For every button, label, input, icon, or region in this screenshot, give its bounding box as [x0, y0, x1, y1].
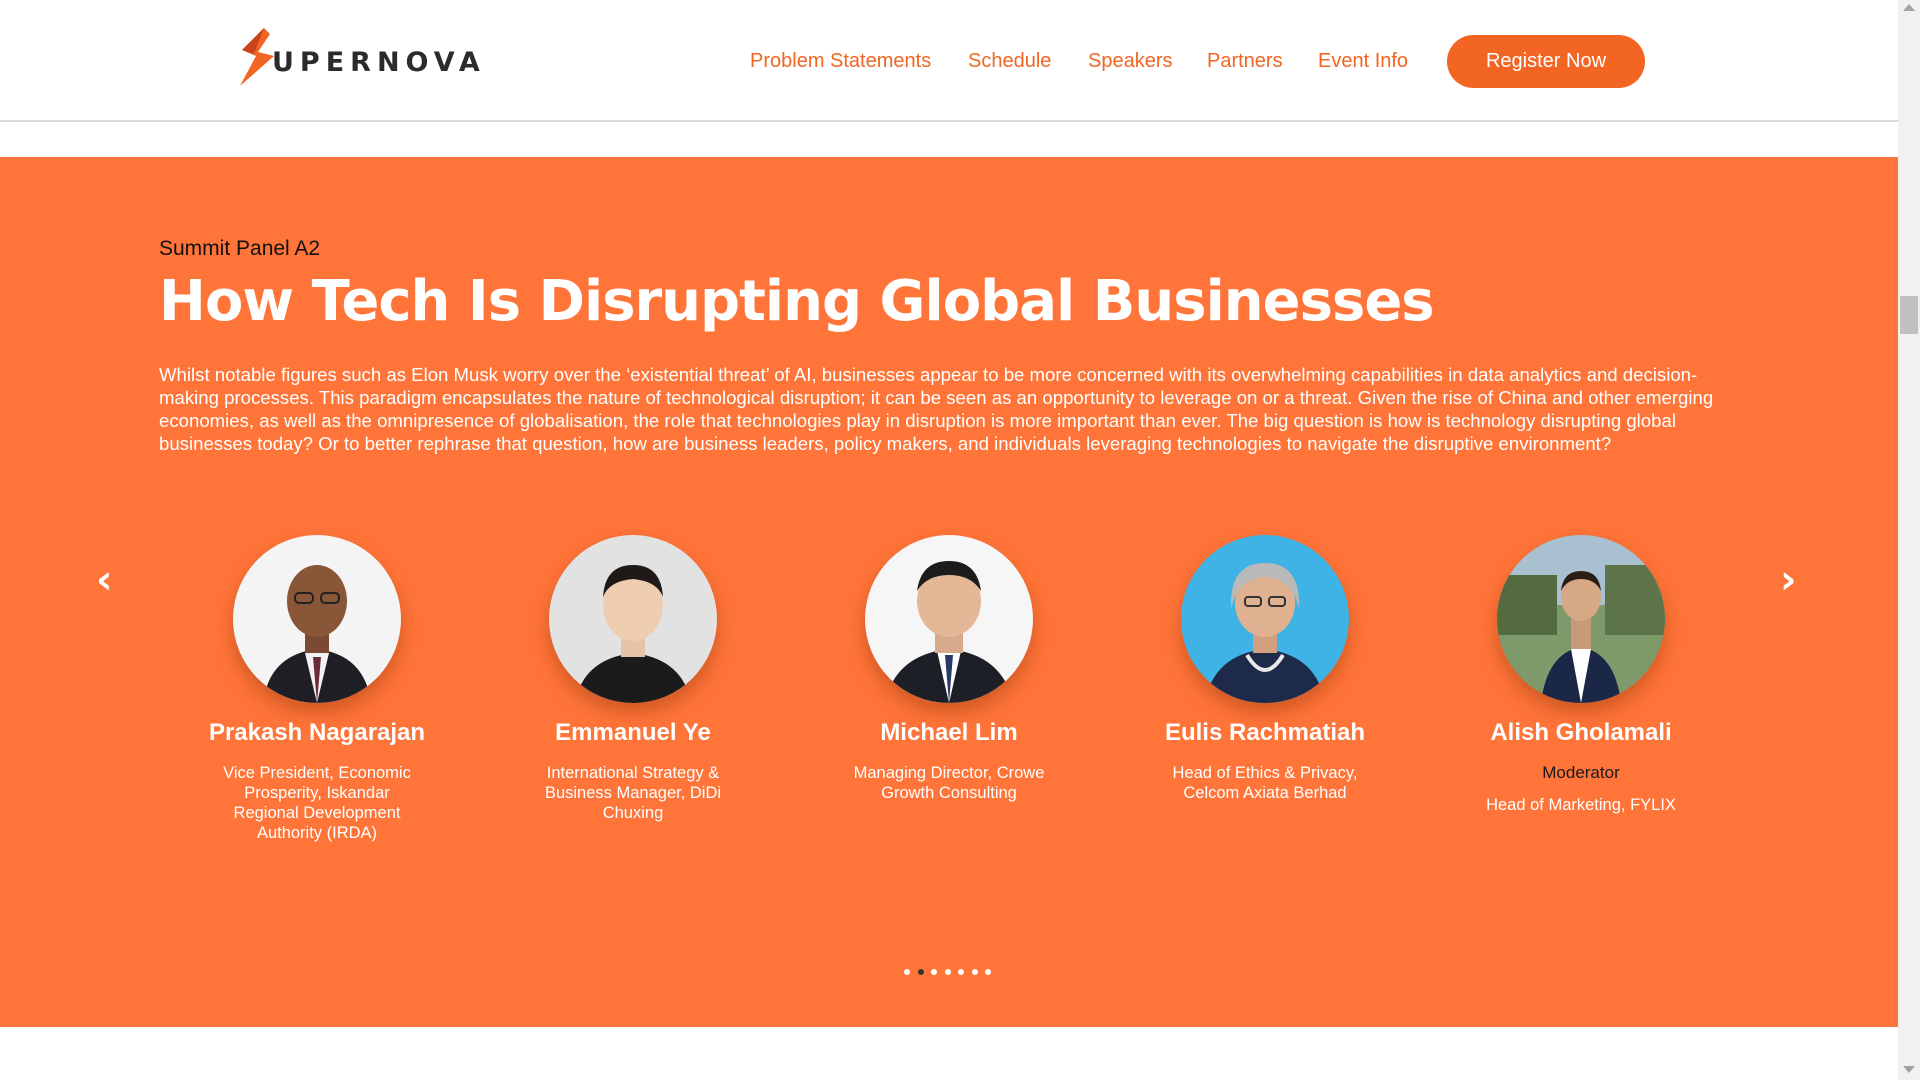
speaker-role-tag: Moderator [1542, 763, 1620, 782]
carousel-dot[interactable] [971, 969, 978, 975]
panel-title: How Tech Is Disrupting Global Businesses [159, 269, 1435, 334]
nav-speakers[interactable]: Speakers [1088, 50, 1173, 73]
speaker-avatar [1181, 535, 1349, 703]
carousel-dot[interactable] [985, 969, 991, 975]
nav-partners[interactable]: Partners [1207, 50, 1283, 73]
nav-problem-statements[interactable]: Problem Statements [750, 50, 931, 73]
summit-panel-section: Summit Panel A2 How Tech Is Disrupting G… [0, 157, 1898, 1027]
carousel-pagination [904, 969, 999, 975]
speaker-card[interactable]: Emmanuel Ye International Strategy & Bus… [483, 535, 783, 823]
nav-event-info[interactable]: Event Info [1318, 50, 1408, 73]
speaker-title: Head of Marketing, FYLIX [1486, 796, 1676, 814]
scroll-thumb[interactable] [1900, 296, 1918, 334]
speaker-name: Michael Lim [880, 719, 1018, 746]
carousel-dot-active[interactable] [917, 969, 924, 975]
speaker-name: Eulis Rachmatiah [1164, 719, 1366, 746]
page-scrollbar[interactable] [1898, 0, 1920, 1080]
supernova-logo[interactable]: UPERNOVA [234, 26, 486, 88]
logo-text: UPERNOVA [272, 46, 486, 78]
speaker-name: Alish Gholamali [1490, 719, 1672, 746]
scroll-up-arrow-icon[interactable] [1903, 4, 1915, 11]
nav-schedule[interactable]: Schedule [968, 50, 1051, 73]
speaker-title: International Strategy & Business Manage… [544, 764, 722, 822]
speaker-avatar [1497, 535, 1665, 703]
speaker-avatar [233, 535, 401, 703]
speaker-avatar [549, 535, 717, 703]
speaker-card[interactable]: Michael Lim Managing Director, Crowe Gro… [799, 535, 1099, 803]
speaker-name: Emmanuel Ye [555, 719, 711, 746]
scroll-down-arrow-icon[interactable] [1903, 1066, 1915, 1073]
speaker-avatar [865, 535, 1033, 703]
speaker-card[interactable]: Prakash Nagarajan Vice President, Econom… [167, 535, 467, 843]
panel-description: Whilst notable figures such as Elon Musk… [159, 364, 1714, 454]
speaker-name: Prakash Nagarajan [208, 719, 426, 746]
speaker-title: Managing Director, Crowe Growth Consulti… [853, 764, 1045, 802]
chevron-left-icon[interactable]: ‹ [96, 557, 112, 603]
panel-eyebrow: Summit Panel A2 [159, 237, 321, 260]
carousel-dot[interactable] [944, 969, 951, 975]
speaker-card[interactable]: Alish Gholamali Moderator Head of Market… [1431, 535, 1731, 815]
carousel-dot[interactable] [958, 969, 964, 975]
speaker-title: Vice President, Economic Prosperity, Isk… [223, 764, 411, 842]
speaker-card[interactable]: Eulis Rachmatiah Head of Ethics & Privac… [1115, 535, 1415, 803]
chevron-right-icon[interactable]: › [1780, 557, 1796, 603]
register-now-button[interactable]: Register Now [1447, 35, 1645, 88]
speaker-title: Head of Ethics & Privacy, Celcom Axiata … [1172, 764, 1358, 802]
carousel-dot[interactable] [931, 969, 937, 975]
site-header: UPERNOVA Problem Statements Schedule Spe… [0, 0, 1898, 122]
carousel-dot[interactable] [904, 969, 910, 975]
